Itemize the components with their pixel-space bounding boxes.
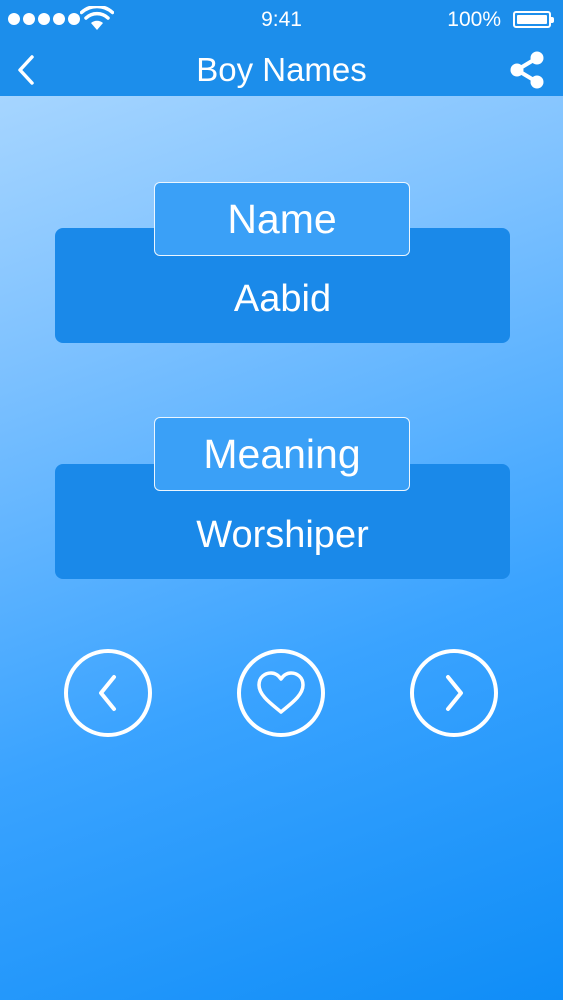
next-name-button[interactable] bbox=[410, 649, 498, 737]
chevron-left-icon bbox=[99, 675, 116, 711]
battery-percentage: 100% bbox=[447, 8, 501, 31]
favorite-button[interactable] bbox=[237, 649, 325, 737]
page-title: Boy Names bbox=[196, 51, 367, 88]
status-bar: 9:41 100% bbox=[0, 0, 563, 40]
top-bar: 9:41 100% Boy Names bbox=[0, 0, 563, 96]
meaning-label: Meaning bbox=[154, 417, 410, 491]
meaning-value: Worshiper bbox=[196, 514, 369, 556]
share-button[interactable] bbox=[503, 46, 551, 94]
share-icon bbox=[510, 51, 544, 89]
chevron-right-icon bbox=[446, 675, 463, 711]
previous-name-button[interactable] bbox=[64, 649, 152, 737]
name-value: Aabid bbox=[233, 278, 332, 320]
heart-icon bbox=[257, 671, 305, 714]
name-label: Name bbox=[154, 182, 410, 256]
battery-icon bbox=[513, 11, 554, 28]
